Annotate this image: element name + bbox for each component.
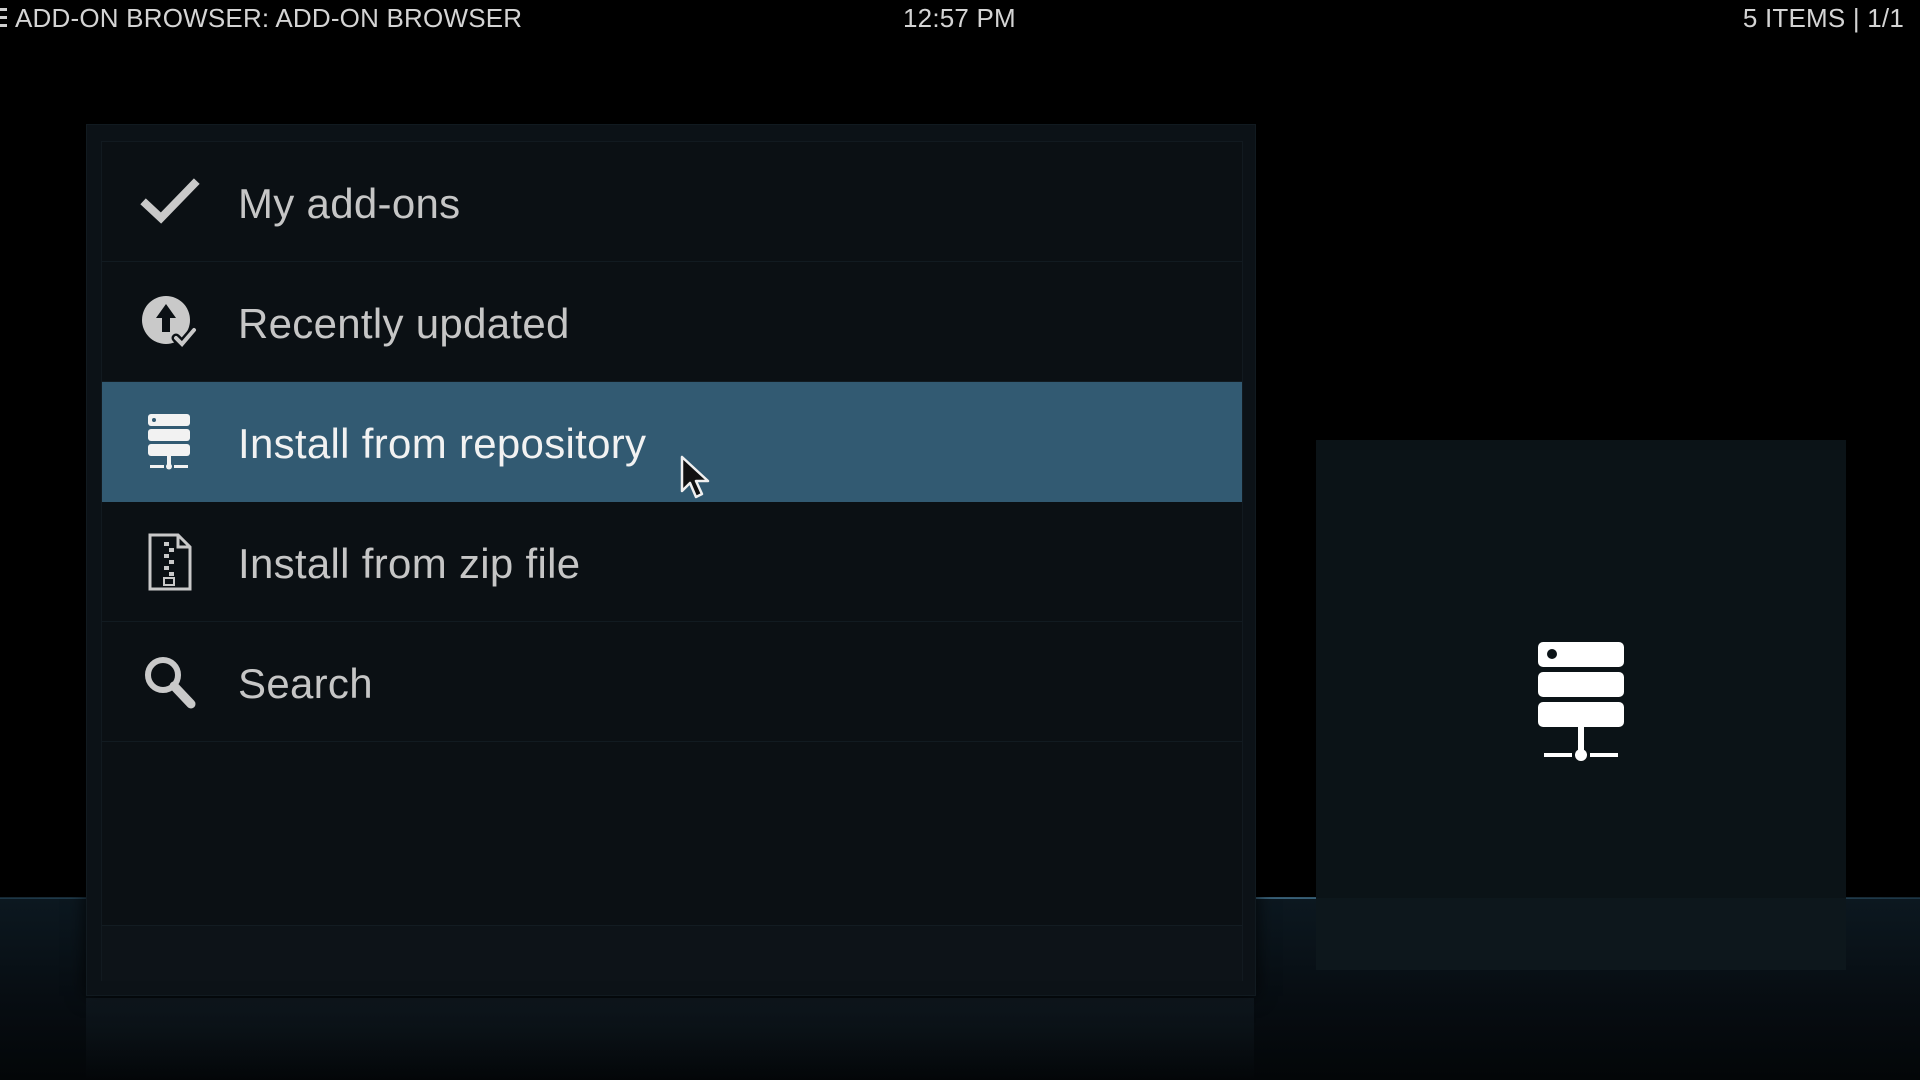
menu-item-search[interactable]: Search xyxy=(102,622,1242,742)
server-icon xyxy=(140,412,200,472)
menu-item-install-from-zip[interactable]: Install from zip file xyxy=(102,502,1242,622)
preview-panel xyxy=(1316,440,1846,970)
menu-item-label: Install from zip file xyxy=(238,540,581,587)
preview-panel-footer xyxy=(1316,898,1846,970)
menu-panel: My add-ons Recently updated Install from… xyxy=(86,124,1256,996)
menu-item-label: My add-ons xyxy=(238,180,461,227)
update-icon xyxy=(140,292,200,352)
hamburger-icon[interactable] xyxy=(0,8,7,30)
menu-item-label: Search xyxy=(238,660,373,707)
window-title: ADD-ON BROWSER: ADD-ON BROWSER xyxy=(15,3,523,33)
top-bar: ADD-ON BROWSER: ADD-ON BROWSER 12:57 PM … xyxy=(0,0,1920,40)
menu-item-install-from-repository[interactable]: Install from repository xyxy=(102,382,1242,502)
mouse-cursor xyxy=(680,455,714,501)
menu-item-my-addons[interactable]: My add-ons xyxy=(102,142,1242,262)
server-icon xyxy=(1536,640,1626,764)
kodi-addon-browser: ADD-ON BROWSER: ADD-ON BROWSER 12:57 PM … xyxy=(0,0,1920,1080)
checkmark-icon xyxy=(140,172,200,232)
menu-footer xyxy=(102,925,1242,981)
menu-item-recently-updated[interactable]: Recently updated xyxy=(102,262,1242,382)
zip-file-icon xyxy=(140,532,200,592)
panel-reflection xyxy=(86,998,1254,1080)
menu-item-label: Install from repository xyxy=(238,420,647,467)
menu-item-label: Recently updated xyxy=(238,300,570,347)
search-icon xyxy=(140,652,200,712)
item-count: 5 ITEMS | 1/1 xyxy=(1742,3,1904,33)
menu-list: My add-ons Recently updated Install from… xyxy=(101,141,1243,981)
clock: 12:57 PM xyxy=(903,3,1016,33)
